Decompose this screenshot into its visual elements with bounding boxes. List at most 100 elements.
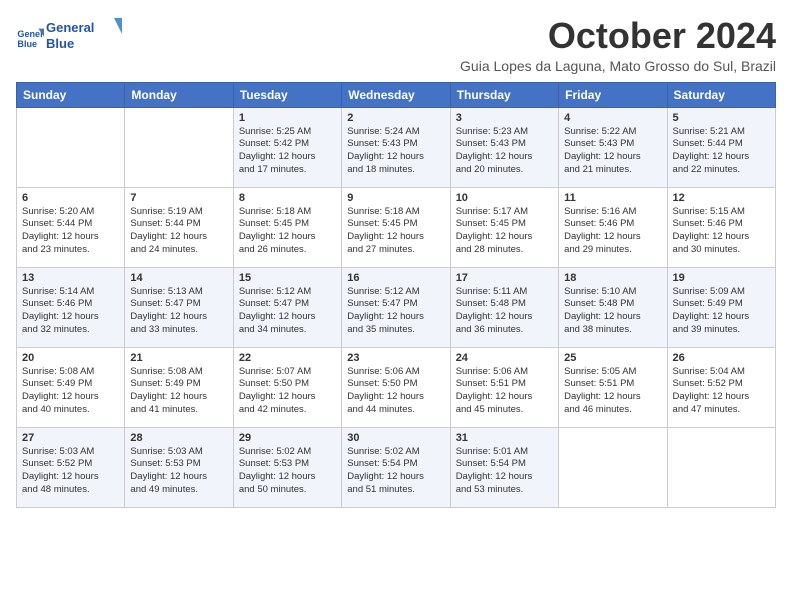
calendar-cell: 6 Sunrise: 5:20 AM Sunset: 5:44 PM Daylig… — [17, 187, 125, 267]
day-details: Sunrise: 5:08 AM Sunset: 5:49 PM Dayligh… — [130, 366, 207, 415]
day-details: Sunrise: 5:11 AM Sunset: 5:48 PM Dayligh… — [456, 286, 533, 335]
day-details: Sunrise: 5:09 AM Sunset: 5:49 PM Dayligh… — [673, 286, 750, 335]
day-number: 25 — [564, 352, 661, 364]
day-number: 23 — [347, 352, 444, 364]
day-number: 21 — [130, 352, 227, 364]
calendar-cell: 21 Sunrise: 5:08 AM Sunset: 5:49 PM Dayli… — [125, 347, 233, 427]
day-number: 6 — [22, 192, 119, 204]
day-number: 15 — [239, 272, 336, 284]
calendar-cell: 16 Sunrise: 5:12 AM Sunset: 5:47 PM Dayli… — [342, 267, 450, 347]
calendar-cell: 3Sunrise: 5:23 AM Sunset: 5:43 PM Daylig… — [450, 107, 558, 187]
calendar-table: SundayMondayTuesdayWednesdayThursdayFrid… — [16, 82, 776, 508]
header-sunday: Sunday — [17, 82, 125, 107]
day-number: 17 — [456, 272, 553, 284]
logo-text: General Blue — [46, 16, 126, 59]
day-number: 28 — [130, 432, 227, 444]
header-thursday: Thursday — [450, 82, 558, 107]
day-details: Sunrise: 5:12 AM Sunset: 5:47 PM Dayligh… — [347, 286, 424, 335]
svg-text:General: General — [46, 20, 94, 35]
day-number: 30 — [347, 432, 444, 444]
calendar-cell: 9Sunrise: 5:18 AM Sunset: 5:45 PM Daylig… — [342, 187, 450, 267]
calendar-cell: 8Sunrise: 5:18 AM Sunset: 5:45 PM Daylig… — [233, 187, 341, 267]
svg-text:Blue: Blue — [46, 36, 74, 51]
day-details: Sunrise: 5:14 AM Sunset: 5:46 PM Dayligh… — [22, 286, 99, 335]
calendar-cell: 25 Sunrise: 5:05 AM Sunset: 5:51 PM Dayli… — [559, 347, 667, 427]
day-number: 11 — [564, 192, 661, 204]
day-details: Sunrise: 5:23 AM Sunset: 5:43 PM Dayligh… — [456, 126, 533, 175]
day-details: Sunrise: 5:03 AM Sunset: 5:52 PM Dayligh… — [22, 446, 99, 495]
calendar-cell: 26 Sunrise: 5:04 AM Sunset: 5:52 PM Dayli… — [667, 347, 775, 427]
logo: General Blue General Blue — [16, 16, 126, 59]
day-number: 5 — [673, 112, 770, 124]
header-row: SundayMondayTuesdayWednesdayThursdayFrid… — [17, 82, 776, 107]
calendar-cell: 27 Sunrise: 5:03 AM Sunset: 5:52 PM Dayli… — [17, 427, 125, 507]
day-number: 10 — [456, 192, 553, 204]
day-number: 22 — [239, 352, 336, 364]
day-details: Sunrise: 5:16 AM Sunset: 5:46 PM Dayligh… — [564, 206, 641, 255]
location-subtitle: Guia Lopes da Laguna, Mato Grosso do Sul… — [460, 58, 776, 74]
day-number: 31 — [456, 432, 553, 444]
day-details: Sunrise: 5:10 AM Sunset: 5:48 PM Dayligh… — [564, 286, 641, 335]
day-number: 4 — [564, 112, 661, 124]
calendar-cell: 12Sunrise: 5:15 AM Sunset: 5:46 PM Dayli… — [667, 187, 775, 267]
calendar-cell: 19 Sunrise: 5:09 AM Sunset: 5:49 PM Dayli… — [667, 267, 775, 347]
day-details: Sunrise: 5:15 AM Sunset: 5:46 PM Dayligh… — [673, 206, 750, 255]
calendar-cell: 29 Sunrise: 5:02 AM Sunset: 5:53 PM Dayli… — [233, 427, 341, 507]
day-details: Sunrise: 5:12 AM Sunset: 5:47 PM Dayligh… — [239, 286, 316, 335]
week-row-4: 20Sunrise: 5:08 AM Sunset: 5:49 PM Dayli… — [17, 347, 776, 427]
day-details: Sunrise: 5:07 AM Sunset: 5:50 PM Dayligh… — [239, 366, 316, 415]
day-details: Sunrise: 5:20 AM Sunset: 5:44 PM Dayligh… — [22, 206, 99, 255]
page-header: General Blue General Blue October 2024 G… — [16, 16, 776, 74]
day-details: Sunrise: 5:06 AM Sunset: 5:51 PM Dayligh… — [456, 366, 533, 415]
day-number: 19 — [673, 272, 770, 284]
day-details: Sunrise: 5:02 AM Sunset: 5:54 PM Dayligh… — [347, 446, 424, 495]
day-details: Sunrise: 5:06 AM Sunset: 5:50 PM Dayligh… — [347, 366, 424, 415]
calendar-cell: 22 Sunrise: 5:07 AM Sunset: 5:50 PM Dayli… — [233, 347, 341, 427]
calendar-cell — [667, 427, 775, 507]
day-details: Sunrise: 5:17 AM Sunset: 5:45 PM Dayligh… — [456, 206, 533, 255]
day-number: 27 — [22, 432, 119, 444]
calendar-cell: 20Sunrise: 5:08 AM Sunset: 5:49 PM Dayli… — [17, 347, 125, 427]
day-details: Sunrise: 5:18 AM Sunset: 5:45 PM Dayligh… — [239, 206, 316, 255]
day-details: Sunrise: 5:05 AM Sunset: 5:51 PM Dayligh… — [564, 366, 641, 415]
day-number: 16 — [347, 272, 444, 284]
day-details: Sunrise: 5:19 AM Sunset: 5:44 PM Dayligh… — [130, 206, 207, 255]
day-number: 2 — [347, 112, 444, 124]
day-details: Sunrise: 5:01 AM Sunset: 5:54 PM Dayligh… — [456, 446, 533, 495]
title-block: October 2024 Guia Lopes da Laguna, Mato … — [460, 16, 776, 74]
day-details: Sunrise: 5:24 AM Sunset: 5:43 PM Dayligh… — [347, 126, 424, 175]
logo-icon: General Blue — [16, 23, 44, 51]
calendar-cell — [559, 427, 667, 507]
calendar-cell: 5 Sunrise: 5:21 AM Sunset: 5:44 PM Daylig… — [667, 107, 775, 187]
day-details: Sunrise: 5:04 AM Sunset: 5:52 PM Dayligh… — [673, 366, 750, 415]
calendar-cell — [125, 107, 233, 187]
day-number: 14 — [130, 272, 227, 284]
month-title: October 2024 — [460, 16, 776, 56]
calendar-cell: 13 Sunrise: 5:14 AM Sunset: 5:46 PM Dayli… — [17, 267, 125, 347]
calendar-cell: 18 Sunrise: 5:10 AM Sunset: 5:48 PM Dayli… — [559, 267, 667, 347]
day-number: 13 — [22, 272, 119, 284]
header-saturday: Saturday — [667, 82, 775, 107]
day-number: 26 — [673, 352, 770, 364]
header-tuesday: Tuesday — [233, 82, 341, 107]
header-monday: Monday — [125, 82, 233, 107]
calendar-cell: 7 Sunrise: 5:19 AM Sunset: 5:44 PM Daylig… — [125, 187, 233, 267]
calendar-cell: 17 Sunrise: 5:11 AM Sunset: 5:48 PM Dayli… — [450, 267, 558, 347]
day-details: Sunrise: 5:02 AM Sunset: 5:53 PM Dayligh… — [239, 446, 316, 495]
day-number: 7 — [130, 192, 227, 204]
day-number: 18 — [564, 272, 661, 284]
day-number: 24 — [456, 352, 553, 364]
day-details: Sunrise: 5:08 AM Sunset: 5:49 PM Dayligh… — [22, 366, 99, 415]
calendar-cell — [17, 107, 125, 187]
header-friday: Friday — [559, 82, 667, 107]
day-details: Sunrise: 5:18 AM Sunset: 5:45 PM Dayligh… — [347, 206, 424, 255]
week-row-5: 27 Sunrise: 5:03 AM Sunset: 5:52 PM Dayli… — [17, 427, 776, 507]
week-row-3: 13 Sunrise: 5:14 AM Sunset: 5:46 PM Dayli… — [17, 267, 776, 347]
header-wednesday: Wednesday — [342, 82, 450, 107]
day-number: 29 — [239, 432, 336, 444]
day-details: Sunrise: 5:21 AM Sunset: 5:44 PM Dayligh… — [673, 126, 750, 175]
day-details: Sunrise: 5:22 AM Sunset: 5:43 PM Dayligh… — [564, 126, 641, 175]
day-number: 1 — [239, 112, 336, 124]
day-details: Sunrise: 5:03 AM Sunset: 5:53 PM Dayligh… — [130, 446, 207, 495]
calendar-cell: 24 Sunrise: 5:06 AM Sunset: 5:51 PM Dayli… — [450, 347, 558, 427]
